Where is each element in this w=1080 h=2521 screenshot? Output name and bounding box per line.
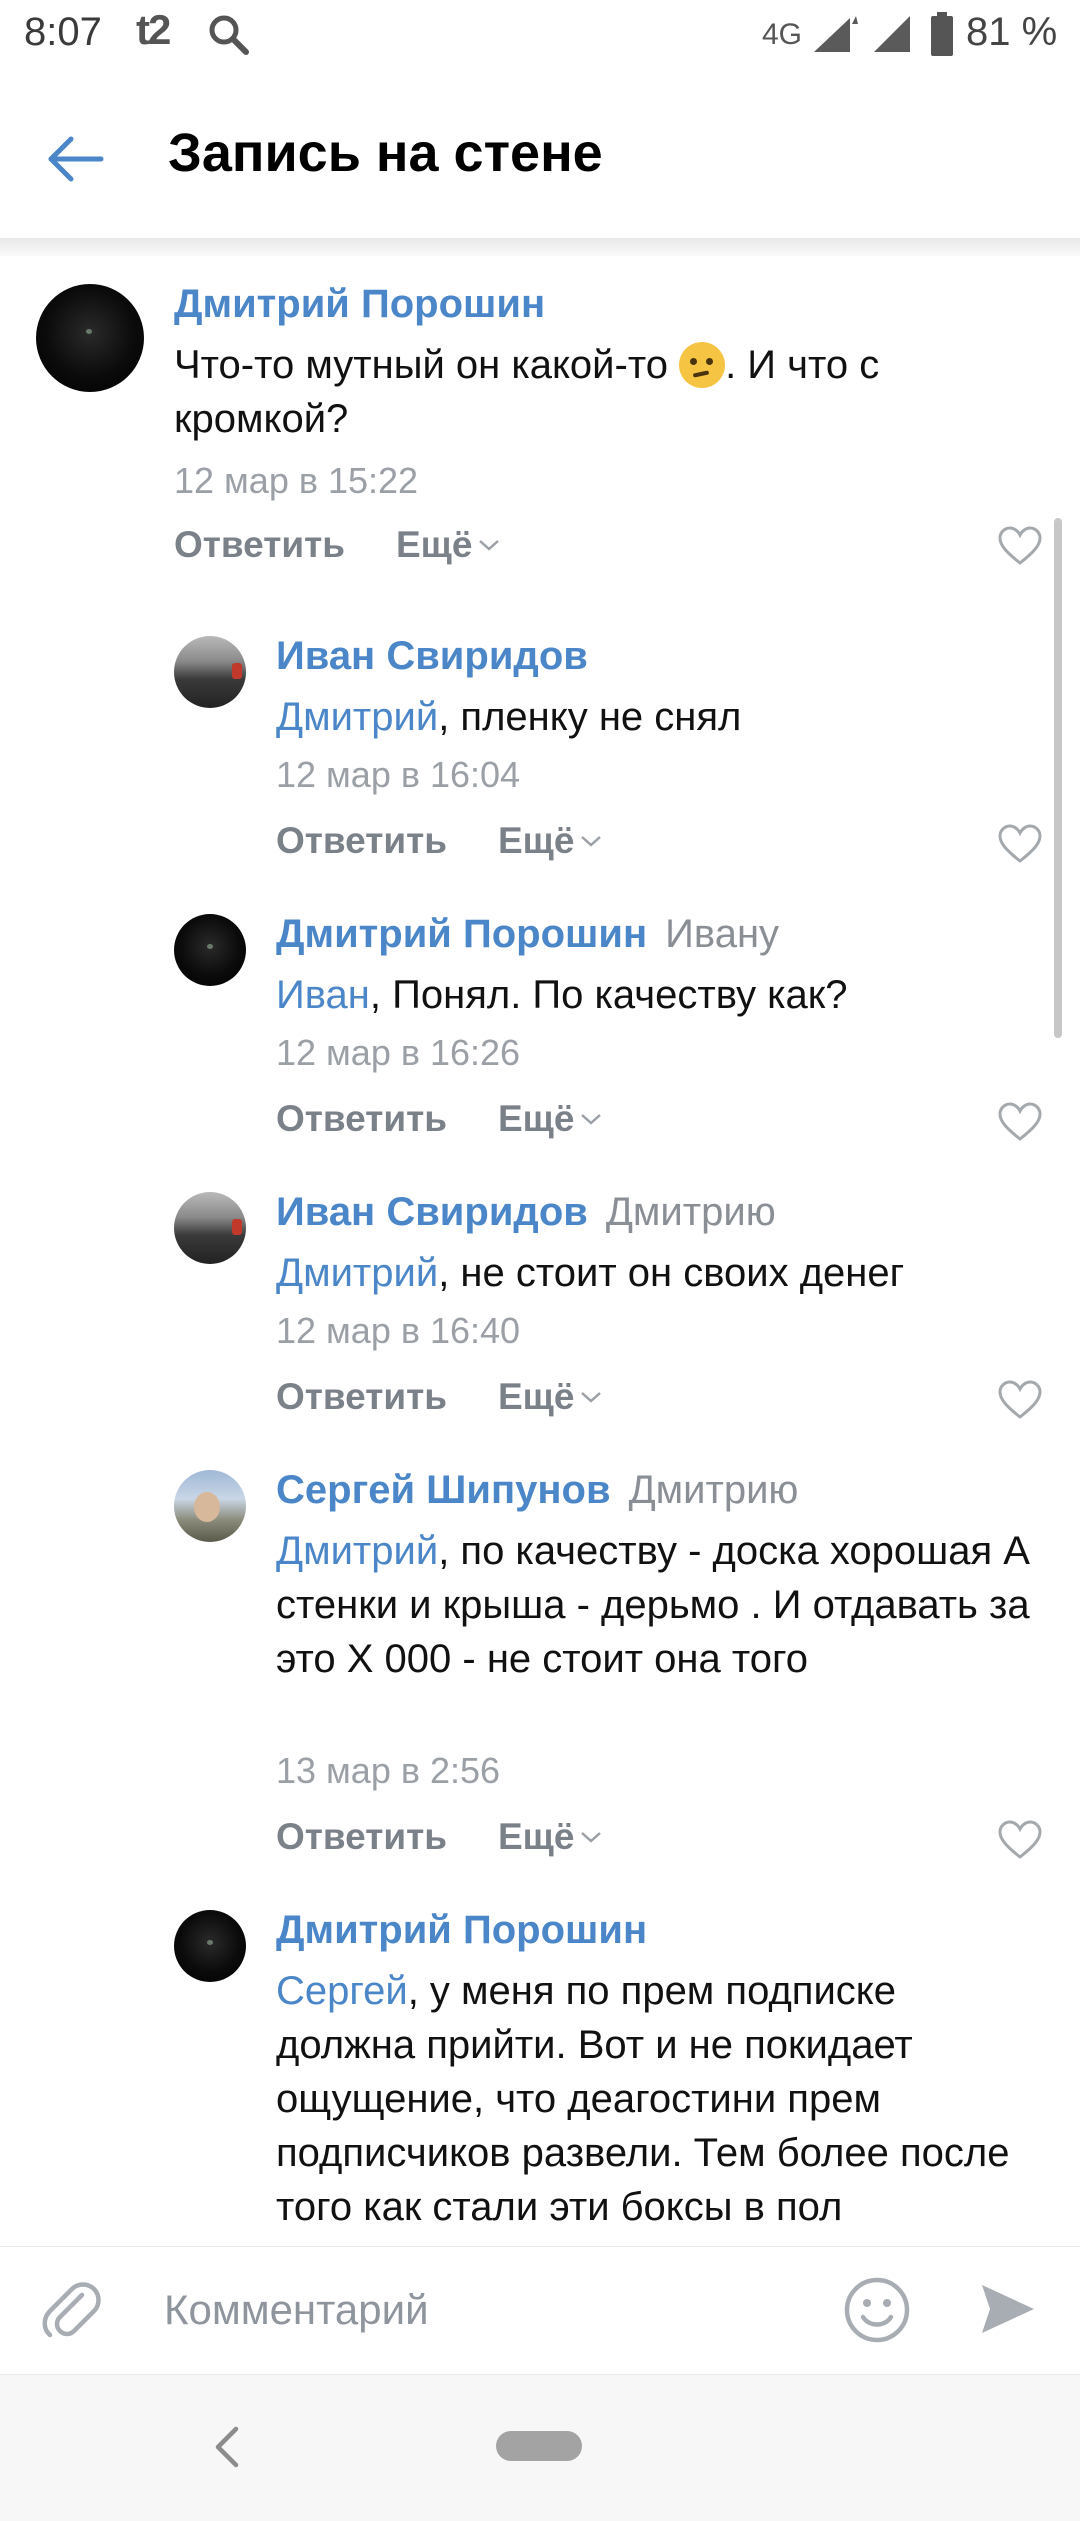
comment-author[interactable]: Дмитрий Порошин: [174, 282, 545, 327]
heart-icon[interactable]: [998, 526, 1042, 566]
comment-composer: [0, 2246, 1080, 2375]
comment-text: Иван, Понял. По качеству как?: [276, 973, 848, 1017]
send-icon[interactable]: [976, 2277, 1040, 2341]
comment-text: Сергей, у меня по прем подписке должна п…: [276, 1969, 1010, 2229]
avatar[interactable]: [36, 284, 144, 392]
comment-date: 12 мар в 16:04: [276, 754, 521, 795]
reply-button[interactable]: Ответить: [276, 1376, 447, 1418]
comment-date: 12 мар в 15:22: [174, 460, 419, 501]
emoji-icon[interactable]: [842, 2275, 912, 2345]
reply-button[interactable]: Ответить: [174, 524, 345, 566]
heart-icon[interactable]: [998, 1380, 1042, 1420]
author-name: Иван Свиридов: [276, 1190, 588, 1234]
heart-icon[interactable]: [998, 824, 1042, 864]
comment-text: Дмитрий, по качеству - доска хорошая А с…: [276, 1529, 1030, 1681]
mention-link[interactable]: Дмитрий: [276, 1251, 438, 1295]
chevron-down-icon: [581, 1832, 602, 1843]
reply-to: Дмитрию: [605, 1190, 776, 1234]
arrow-left-icon: [48, 136, 104, 182]
network-type: 4G: [762, 18, 803, 51]
comment-date: 13 мар в 2:56: [276, 1750, 501, 1791]
more-label: Ещё: [498, 1816, 575, 1857]
mention-link[interactable]: Иван: [276, 973, 370, 1017]
comment-date: 12 мар в 16:26: [276, 1032, 521, 1073]
author-name: Дмитрий Порошин: [276, 912, 648, 956]
comment-date: 12 мар в 16:40: [276, 1310, 521, 1351]
more-label: Ещё: [498, 1098, 575, 1139]
comment-text: Дмитрий, не стоит он своих денег: [276, 1251, 905, 1295]
scrollbar[interactable]: [1054, 518, 1062, 1038]
avatar[interactable]: [174, 1192, 246, 1264]
more-button[interactable]: Ещё: [396, 524, 500, 566]
heart-icon[interactable]: [998, 1820, 1042, 1860]
nav-back-icon[interactable]: [200, 2419, 256, 2475]
more-button[interactable]: Ещё: [498, 820, 602, 862]
avatar[interactable]: [174, 1470, 246, 1542]
system-nav-bar: [0, 2374, 1080, 2521]
comment-author[interactable]: Иван Свиридов Дмитрию: [276, 1190, 776, 1235]
search-icon: [209, 15, 249, 55]
chevron-down-icon: [581, 1114, 602, 1125]
signal-icon: [814, 16, 858, 52]
more-label: Ещё: [396, 524, 473, 565]
reply-button[interactable]: Ответить: [276, 820, 447, 862]
reply-button[interactable]: Ответить: [276, 1098, 447, 1140]
status-bar: 8:07 t2 4G 81 %: [0, 0, 1080, 72]
comment-author[interactable]: Дмитрий Порошин: [276, 1908, 647, 1953]
mention-link[interactable]: Дмитрий: [276, 695, 438, 739]
chevron-down-icon: [479, 540, 500, 551]
header-divider: [0, 238, 1080, 256]
chevron-down-icon: [581, 836, 602, 847]
comment: Дмитрий Порошин Сергей, у меня по прем п…: [0, 1894, 1080, 2246]
carrier-logo: t2: [136, 6, 171, 53]
more-button[interactable]: Ещё: [498, 1098, 602, 1140]
more-button[interactable]: Ещё: [498, 1816, 602, 1858]
comment-input[interactable]: [162, 2269, 806, 2351]
back-button[interactable]: [40, 124, 110, 194]
app-header: Запись на стене: [0, 72, 1080, 242]
more-label: Ещё: [498, 820, 575, 861]
mention-link[interactable]: Дмитрий: [276, 1529, 438, 1573]
comment-author[interactable]: Дмитрий Порошин Ивану: [276, 912, 779, 957]
page-title: Запись на стене: [168, 123, 603, 183]
status-time: 8:07: [24, 10, 102, 54]
more-button[interactable]: Ещё: [498, 1376, 602, 1418]
avatar[interactable]: [174, 914, 246, 986]
signal-icon: [874, 16, 910, 52]
battery-icon: [931, 12, 953, 56]
more-label: Ещё: [498, 1376, 575, 1417]
reply-to: Ивану: [665, 912, 780, 956]
avatar[interactable]: [174, 1910, 246, 1982]
nav-home-pill[interactable]: [496, 2431, 582, 2461]
reply-button[interactable]: Ответить: [276, 1816, 447, 1858]
comment-author[interactable]: Сергей Шипунов Дмитрию: [276, 1468, 798, 1513]
author-name: Сергей Шипунов: [276, 1468, 611, 1512]
comment-author[interactable]: Иван Свиридов: [276, 634, 588, 679]
chevron-down-icon: [581, 1392, 602, 1403]
battery-percent: 81 %: [966, 10, 1058, 54]
avatar[interactable]: [174, 636, 246, 708]
reply-to: Дмитрию: [628, 1468, 799, 1512]
mention-link[interactable]: Сергей: [276, 1969, 408, 2013]
comment-text: Дмитрий, пленку не снял: [276, 695, 742, 739]
heart-icon[interactable]: [998, 1102, 1042, 1142]
paperclip-icon[interactable]: [38, 2277, 104, 2343]
comment-text: Что-то мутный он какой-то . И что с кром…: [174, 342, 880, 441]
thinking-face-emoji-icon: [679, 342, 726, 388]
